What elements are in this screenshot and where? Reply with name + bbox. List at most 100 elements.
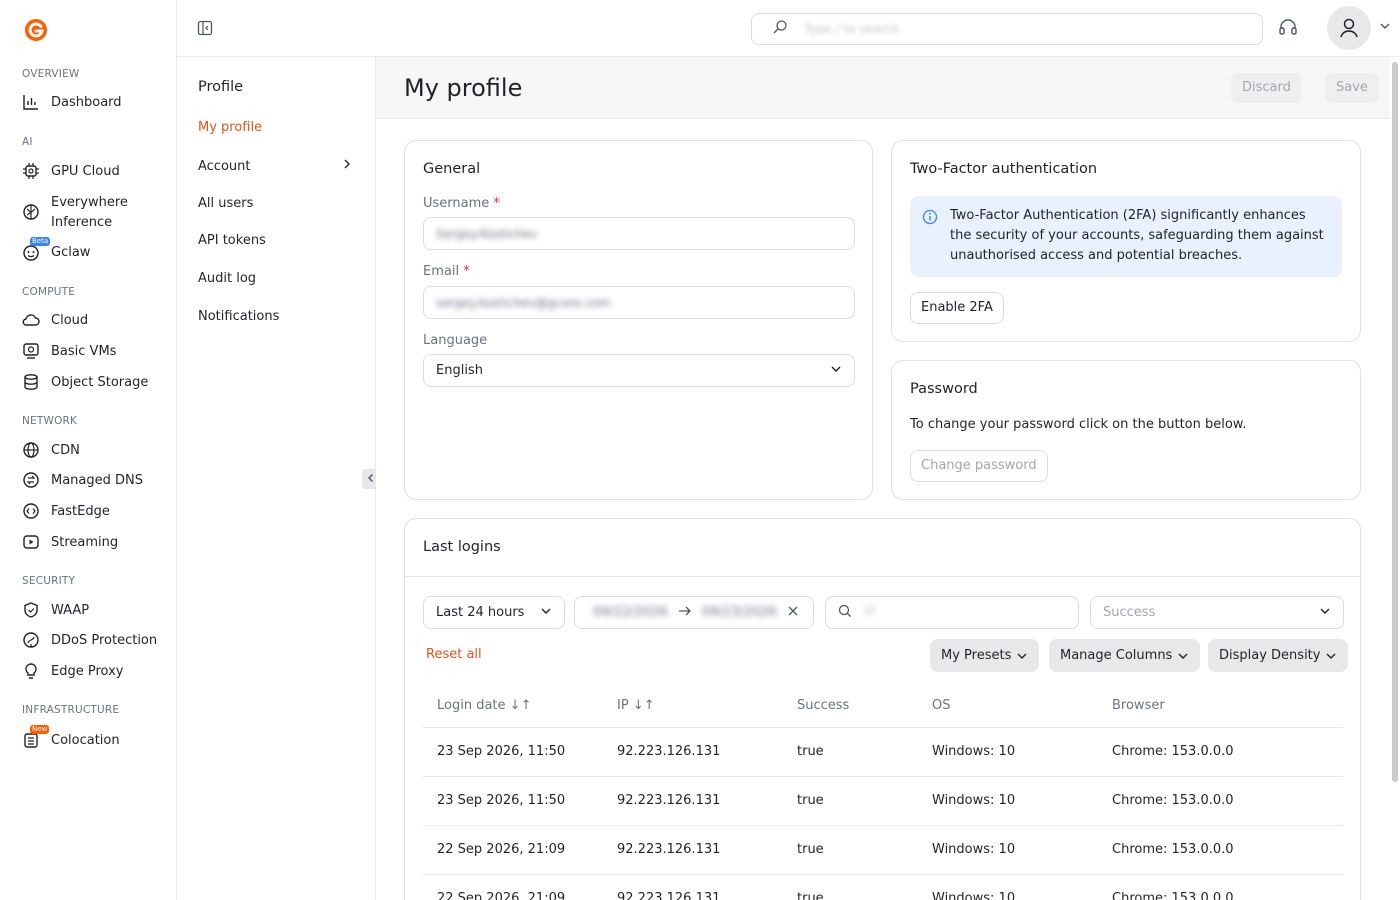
subnav-item-audit-log[interactable]: Audit log <box>198 271 353 286</box>
subnav-item-my-profile[interactable]: My profile <box>198 120 353 135</box>
table-row: 23 Sep 2026, 11:50 92.223.126.131 true W… <box>423 727 1343 777</box>
clear-date-icon[interactable] <box>787 605 799 621</box>
nav-item-basic-vms[interactable]: Basic VMs <box>22 342 172 362</box>
subnav-item-notifications[interactable]: Notifications <box>198 309 353 324</box>
nav-item-gclaw[interactable]: Beta Gclaw <box>22 237 172 263</box>
cell-browser: Chrome: 153.0.0.0 <box>1098 727 1343 777</box>
chevron-left-icon <box>366 472 376 487</box>
period-select[interactable]: Last 24 hours <box>423 596 565 629</box>
main-sidebar: OVERVIEW Dashboard AI GPU Cloud Everywhe… <box>0 0 177 900</box>
reset-all-link[interactable]: Reset all <box>426 647 482 662</box>
cell-success: true <box>783 874 918 900</box>
lightbulb-icon <box>22 662 40 680</box>
username-field[interactable]: Sergey.Kostichev <box>423 217 855 250</box>
cell-ip: 92.223.126.131 <box>603 874 783 900</box>
gpu-chip-icon <box>22 162 40 180</box>
date-range-picker[interactable]: 09/22/2026 09/23/2026 <box>574 596 814 629</box>
nav-item-gpu-cloud[interactable]: GPU Cloud <box>22 162 172 182</box>
display-density-button[interactable]: Display Density <box>1208 639 1349 672</box>
cell-os: Windows: 10 <box>918 776 1098 826</box>
column-os: OS <box>918 685 1098 728</box>
nav-item-cdn[interactable]: CDN <box>22 441 172 461</box>
search-icon <box>838 604 852 622</box>
nav-item-fastedge[interactable]: FastEdge <box>22 502 172 522</box>
sort-icon[interactable]: ↓↑ <box>633 698 655 713</box>
table-row: 22 Sep 2026, 21:09 92.223.126.131 true W… <box>423 825 1343 875</box>
server-rack-icon: New <box>22 725 50 749</box>
email-label: Email * <box>423 264 470 279</box>
save-button[interactable]: Save <box>1325 73 1379 103</box>
new-badge: New <box>30 725 50 734</box>
enable-2fa-button[interactable]: Enable 2FA <box>910 292 1004 324</box>
subnav-title: Profile <box>198 79 244 95</box>
nav-item-managed-dns[interactable]: Managed DNS <box>22 471 172 491</box>
nav-item-cloud[interactable]: Cloud <box>22 311 172 331</box>
nav-item-streaming[interactable]: Streaming <box>22 533 172 553</box>
section-ai: AI <box>22 136 33 148</box>
chevron-down-icon <box>1379 20 1391 36</box>
page-title: My profile <box>404 74 523 102</box>
gclaw-icon: Beta <box>22 237 51 261</box>
profile-subnav: Profile My profile Account All users API… <box>177 0 380 900</box>
monitor-icon <box>22 342 40 360</box>
page-header: My profile Discard Save <box>376 57 1390 119</box>
cell-login-date: 23 Sep 2026, 11:50 <box>423 776 603 826</box>
info-icon <box>922 209 938 232</box>
main-content: My profile Discard Save General Username… <box>376 57 1390 900</box>
two-factor-info: Two-Factor Authentication (2FA) signific… <box>910 196 1342 277</box>
global-search-input[interactable]: Type / to search <box>751 13 1263 45</box>
chevron-down-icon <box>1017 653 1027 659</box>
page-scrollbar[interactable] <box>1392 62 1398 782</box>
divider <box>405 576 1360 577</box>
subnav-item-account[interactable]: Account <box>198 158 353 174</box>
password-title: Password <box>910 381 978 397</box>
chevron-down-icon <box>830 363 842 379</box>
gcore-logo-icon[interactable] <box>22 16 50 44</box>
my-presets-button[interactable]: My Presets <box>930 639 1040 672</box>
column-browser: Browser <box>1098 685 1343 728</box>
subnav-item-api-tokens[interactable]: API tokens <box>198 233 353 248</box>
discard-button[interactable]: Discard <box>1231 73 1302 103</box>
manage-columns-button[interactable]: Manage Columns <box>1049 639 1201 672</box>
success-filter-select[interactable]: Success <box>1090 596 1344 629</box>
column-ip[interactable]: IP ↓↑ <box>603 685 783 728</box>
last-logins-card: Last logins Last 24 hours 09/22/2026 09/… <box>404 518 1361 900</box>
section-overview: OVERVIEW <box>22 68 80 80</box>
email-field[interactable]: sergey.kostichev@gcore.com <box>423 286 855 319</box>
section-compute: COMPUTE <box>22 286 76 298</box>
nav-item-object-storage[interactable]: Object Storage <box>22 373 172 393</box>
chevron-down-icon <box>1319 605 1331 621</box>
support-headset-icon[interactable] <box>1278 18 1298 38</box>
sort-icon[interactable]: ↓↑ <box>510 698 532 713</box>
avatar <box>1327 6 1371 50</box>
user-menu-button[interactable] <box>1327 6 1399 50</box>
nav-item-edge-proxy[interactable]: Edge Proxy <box>22 662 172 682</box>
nav-item-dashboard[interactable]: Dashboard <box>22 93 172 113</box>
ddos-shield-icon <box>22 631 40 649</box>
database-icon <box>22 373 40 391</box>
username-label: Username * <box>423 196 500 211</box>
column-success: Success <box>783 685 918 728</box>
cell-browser: Chrome: 153.0.0.0 <box>1098 776 1343 826</box>
brain-icon <box>22 203 40 221</box>
change-password-button[interactable]: Change password <box>910 450 1048 482</box>
cell-os: Windows: 10 <box>918 825 1098 875</box>
language-select[interactable]: English <box>423 354 855 387</box>
nav-item-colocation[interactable]: New Colocation <box>22 725 172 751</box>
column-login-date[interactable]: Login date ↓↑ <box>423 685 603 728</box>
nav-item-ddos[interactable]: DDoS Protection <box>22 631 172 651</box>
two-factor-title: Two-Factor authentication <box>910 161 1098 177</box>
nav-item-waap[interactable]: WAAP <box>22 601 172 621</box>
globe-icon <box>22 441 40 459</box>
dns-icon <box>22 471 40 489</box>
section-security: SECURITY <box>22 575 76 587</box>
chevron-down-icon <box>1326 653 1336 659</box>
password-description: To change your password click on the but… <box>910 417 1247 432</box>
date-to: 09/23/2026 <box>702 605 777 620</box>
subnav-item-all-users[interactable]: All users <box>198 196 353 211</box>
sidebar-toggle-icon[interactable] <box>197 20 213 36</box>
nav-item-everywhere-inference[interactable]: Everywhere Inference <box>22 193 172 233</box>
ip-search-input[interactable]: IP <box>825 596 1079 629</box>
table-header-row: Login date ↓↑ IP ↓↑ Success OS Browser <box>423 685 1343 728</box>
shield-icon <box>22 601 40 619</box>
